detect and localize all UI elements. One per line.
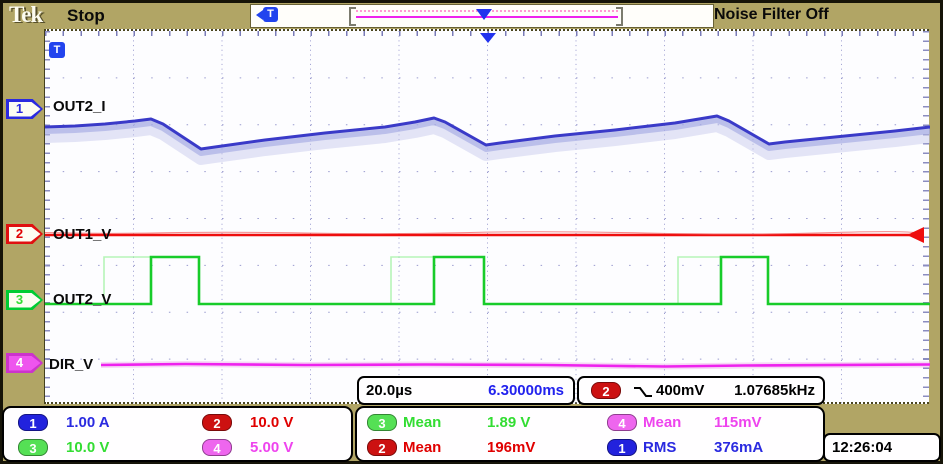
trigger-position-flag-icon: T [263, 7, 278, 22]
graticule: T OUT2_I OUT1_V OUT2_V DIR_V [44, 29, 929, 404]
ch2-scale: 10.0 V [250, 414, 293, 431]
ch2-badge: 2 [202, 414, 232, 431]
ch1-ground-marker: 1 [6, 99, 43, 119]
ch3-badge: 3 [18, 439, 48, 456]
ch1-scale: 1.00 A [66, 414, 110, 431]
trigger-source-badge: 2 [591, 382, 621, 399]
channel-scales-readout: 1 1.00 A 2 10.0 V 3 10.0 V 4 5.00 V [2, 406, 353, 462]
record-window-bracket-left [349, 7, 356, 26]
ch4-scale: 5.00 V [250, 439, 293, 456]
record-view-bar: T [250, 4, 714, 28]
meas2-type: Mean [643, 414, 681, 431]
meas1-type: Mean [403, 414, 441, 431]
noise-filter-status: Noise Filter Off [714, 6, 829, 24]
falling-edge-icon [633, 385, 653, 399]
tek-logo: Tek [9, 2, 42, 28]
trigger-readout: 2 400mV 1.07685kHz [577, 376, 825, 405]
meas1-channel-badge: 3 [367, 414, 397, 431]
meas2-channel-badge: 4 [607, 414, 637, 431]
meas4-channel-badge: 1 [607, 439, 637, 456]
trigger-time-marker-icon [480, 33, 496, 43]
trigger-frequency: 1.07685kHz [734, 382, 815, 399]
ch2-ground-marker: 2 [6, 224, 43, 244]
acquisition-status: Stop [67, 6, 105, 26]
measurements-readout: 3 Mean 1.89 V 4 Mean 115mV 2 Mean 196mV … [355, 406, 825, 462]
meas1-value: 1.89 V [487, 414, 530, 431]
timebase-readout: 20.0µs 6.30000ms [357, 376, 575, 405]
timebase-scale: 20.0µs [366, 382, 412, 399]
meas3-channel-badge: 2 [367, 439, 397, 456]
horizontal-position: 6.30000ms [488, 382, 564, 399]
ch4-waveform-label: DIR_V [49, 356, 93, 373]
meas4-value: 376mA [714, 439, 763, 456]
ch4-ground-marker: 4 [6, 353, 43, 373]
ch3-scale: 10.0 V [66, 439, 109, 456]
trigger-flag-icon: T [49, 42, 65, 58]
meas4-type: RMS [643, 439, 676, 456]
ch3-waveform-label: OUT2_V [53, 291, 111, 308]
ch1-badge: 1 [18, 414, 48, 431]
clock-time: 12:26:04 [832, 439, 892, 456]
meas3-value: 196mV [487, 439, 535, 456]
meas2-value: 115mV [714, 414, 762, 431]
trigger-level-arrow-icon [907, 227, 924, 243]
ch4-badge: 4 [202, 439, 232, 456]
clock-readout: 12:26:04 [823, 433, 941, 462]
record-trigger-marker-icon [476, 9, 492, 20]
waveform-plot [45, 31, 930, 406]
ch3-ground-marker: 3 [6, 290, 43, 310]
meas3-type: Mean [403, 439, 441, 456]
ch1-waveform-label: OUT2_I [53, 98, 106, 115]
oscilloscope-screen: Tek Stop T Noise Filter Off [0, 0, 943, 464]
ch2-waveform-label: OUT1_V [53, 226, 111, 243]
trigger-level: 400mV [656, 382, 704, 399]
